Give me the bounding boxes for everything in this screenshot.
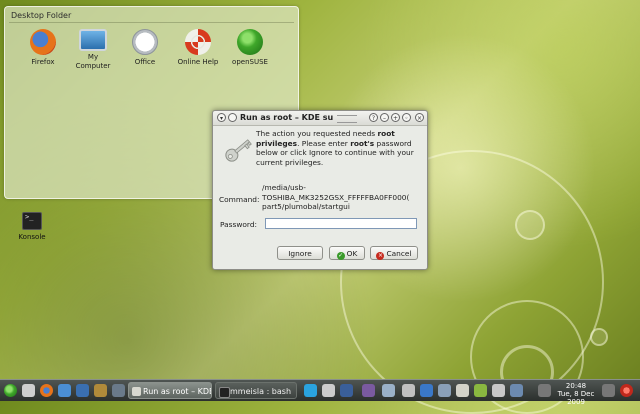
- desktop-pager-icon[interactable]: [58, 384, 71, 397]
- command-value: /media/usb- TOSHIBA_MK3252GSX_FFFFFBA0FF…: [262, 183, 410, 211]
- office-icon: [132, 29, 158, 55]
- window-icon: [132, 387, 141, 396]
- clock-date: Tue, 8 Dec 2009: [557, 390, 595, 406]
- desktop-item-label: Konsole: [18, 233, 46, 241]
- keep-above-icon[interactable]: ◦: [402, 113, 411, 122]
- device-notifier-icon[interactable]: [402, 384, 415, 397]
- desktop-item-office[interactable]: Office: [120, 29, 170, 67]
- dialog-title: Run as root – KDE su: [240, 113, 334, 122]
- desktop-item-firefox[interactable]: Firefox: [18, 29, 68, 67]
- desktop-item-online-help[interactable]: Online Help: [173, 29, 223, 67]
- task-label: Run as root – KDE: [143, 387, 212, 396]
- update-applet-icon[interactable]: [474, 384, 487, 397]
- desktop-item-label: openSUSE: [232, 58, 268, 66]
- desktop-item-label: Firefox: [31, 58, 55, 66]
- desktop-item-my-computer[interactable]: My Computer: [68, 29, 118, 71]
- opensuse-icon: [237, 29, 263, 55]
- ok-button-label: OK: [346, 249, 358, 258]
- klipper-icon[interactable]: [382, 384, 395, 397]
- cancel-button[interactable]: × Cancel: [370, 246, 418, 260]
- help-lifebuoy-icon: [185, 29, 211, 55]
- ignore-button[interactable]: Ignore: [277, 246, 323, 260]
- divider: [9, 22, 294, 23]
- ignore-button-label: Ignore: [288, 249, 312, 258]
- volume-icon[interactable]: [492, 384, 505, 397]
- password-field[interactable]: [265, 218, 417, 229]
- dialog-titlebar[interactable]: ▾ Run as root – KDE su ? – + ◦ ×: [213, 111, 427, 126]
- kdesu-dialog[interactable]: ▾ Run as root – KDE su ? – + ◦ × The act…: [212, 110, 428, 270]
- desktop-pager-icon[interactable]: [112, 384, 125, 397]
- desktop-item-label: My Computer: [75, 53, 111, 70]
- file-manager-icon[interactable]: [22, 384, 35, 397]
- on-all-desktops-icon[interactable]: [228, 113, 237, 122]
- computer-icon: [79, 29, 107, 51]
- skype-icon[interactable]: [304, 384, 317, 397]
- desktop-item-konsole[interactable]: >_ Konsole: [12, 212, 52, 241]
- taskbar: Run as root – KDE mmeisla : bash 20:48 T…: [0, 379, 640, 406]
- desktop-item-opensuse[interactable]: openSUSE: [225, 29, 275, 67]
- wallpaper-ring: [515, 210, 545, 240]
- desktop-item-label: Online Help: [177, 58, 219, 66]
- minimize-icon[interactable]: –: [380, 113, 389, 122]
- cancel-button-label: Cancel: [386, 249, 412, 258]
- password-label: Password:: [220, 220, 258, 229]
- terminal-icon: >_: [22, 212, 42, 230]
- bluetooth-icon[interactable]: [420, 384, 433, 397]
- tray-app-icon[interactable]: [362, 384, 375, 397]
- panel-toolbox-icon[interactable]: [602, 384, 615, 397]
- firefox-icon: [30, 29, 56, 55]
- wallpaper-ring: [590, 328, 608, 346]
- show-hidden-icons-icon[interactable]: [538, 384, 551, 397]
- pidgin-icon[interactable]: [322, 384, 335, 397]
- drag-grip[interactable]: [337, 115, 357, 123]
- clock-time: 20:48: [565, 382, 587, 390]
- task-label: mmeisla : bash: [230, 387, 292, 396]
- checkmark-icon: ✓: [336, 252, 345, 260]
- kickoff-menu-icon[interactable]: [4, 384, 17, 397]
- terminal-icon: [219, 387, 230, 398]
- firefox-icon[interactable]: [40, 384, 53, 397]
- task-run-as-root[interactable]: Run as root – KDE: [128, 382, 212, 399]
- help-icon[interactable]: ?: [369, 113, 378, 122]
- desktop-item-label: Office: [134, 58, 156, 66]
- network-icon[interactable]: [340, 384, 353, 397]
- battery-icon[interactable]: [456, 384, 469, 397]
- leave-icon[interactable]: [620, 384, 633, 397]
- tray-app-icon[interactable]: [510, 384, 523, 397]
- desktop-pager-icon[interactable]: [76, 384, 89, 397]
- close-icon[interactable]: ×: [415, 113, 424, 122]
- ok-button[interactable]: ✓ OK: [329, 246, 365, 260]
- task-bash[interactable]: mmeisla : bash: [215, 382, 297, 399]
- key-icon: [225, 139, 252, 162]
- maximize-icon[interactable]: +: [391, 113, 400, 122]
- command-label: Command:: [219, 195, 260, 204]
- cancel-icon: ×: [376, 252, 385, 260]
- hp-printer-icon[interactable]: [438, 384, 451, 397]
- desktop-pager-icon[interactable]: [94, 384, 107, 397]
- window-menu-icon[interactable]: ▾: [217, 113, 226, 122]
- desktop-folder-title: Desktop Folder: [11, 11, 72, 20]
- clock[interactable]: 20:48 Tue, 8 Dec 2009: [556, 382, 596, 406]
- dialog-message: The action you requested needs root priv…: [256, 129, 414, 167]
